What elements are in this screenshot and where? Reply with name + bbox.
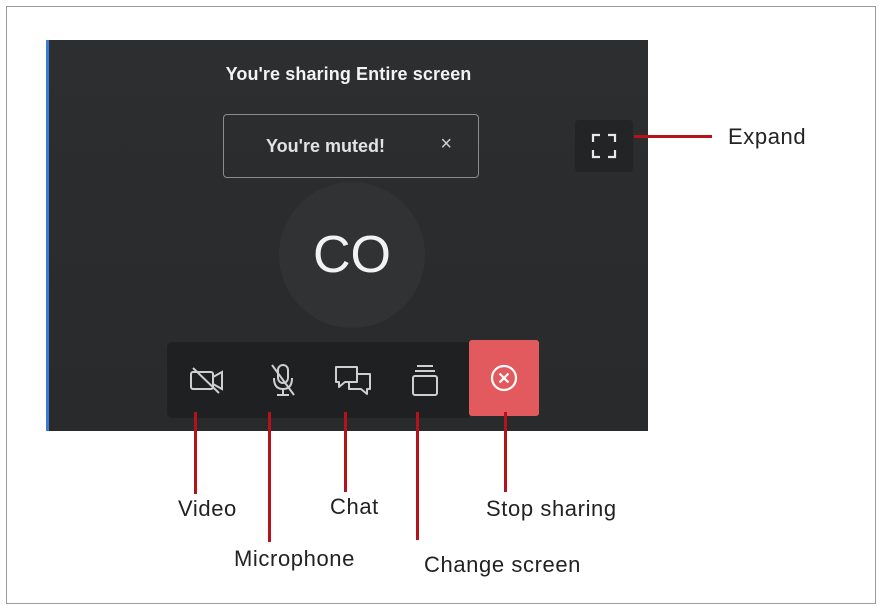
- expand-label: Expand: [728, 124, 807, 149]
- avatar: CO: [279, 182, 425, 328]
- screen-share-window: You're sharing Entire screen You're mute…: [46, 40, 648, 431]
- change-screen-callout-line: [416, 412, 419, 540]
- avatar-initials: CO: [313, 226, 391, 284]
- video-callout-line: [194, 412, 197, 494]
- expand-callout-line: [634, 135, 712, 138]
- change-screen-label: Change screen: [424, 552, 582, 577]
- video-button[interactable]: [187, 360, 227, 400]
- stop-sharing-callout-line: [504, 412, 507, 492]
- mic-off-icon: [271, 364, 295, 396]
- change-screen-icon: [412, 365, 438, 396]
- stop-sharing-icon: [490, 364, 518, 392]
- muted-toast: You're muted! ×: [223, 114, 479, 178]
- chat-label: Chat: [330, 494, 379, 519]
- toast-close-button[interactable]: ×: [440, 133, 452, 156]
- stop-sharing-label: Stop sharing: [486, 496, 617, 521]
- microphone-callout-line: [268, 412, 271, 542]
- chat-button[interactable]: [333, 360, 373, 400]
- sharing-status-title: You're sharing Entire screen: [225, 64, 472, 84]
- chat-icon: [335, 366, 371, 395]
- video-label: Video: [178, 496, 237, 521]
- microphone-label: Microphone: [234, 546, 355, 571]
- chat-callout-line: [344, 412, 347, 492]
- expand-icon: [591, 133, 617, 159]
- change-screen-button[interactable]: [405, 360, 445, 400]
- expand-button[interactable]: [575, 120, 633, 172]
- stop-sharing-button[interactable]: [469, 340, 539, 416]
- share-toolbar: [167, 342, 469, 418]
- microphone-button[interactable]: [263, 360, 303, 400]
- video-off-icon: [190, 367, 223, 394]
- muted-toast-text: You're muted!: [266, 135, 385, 156]
